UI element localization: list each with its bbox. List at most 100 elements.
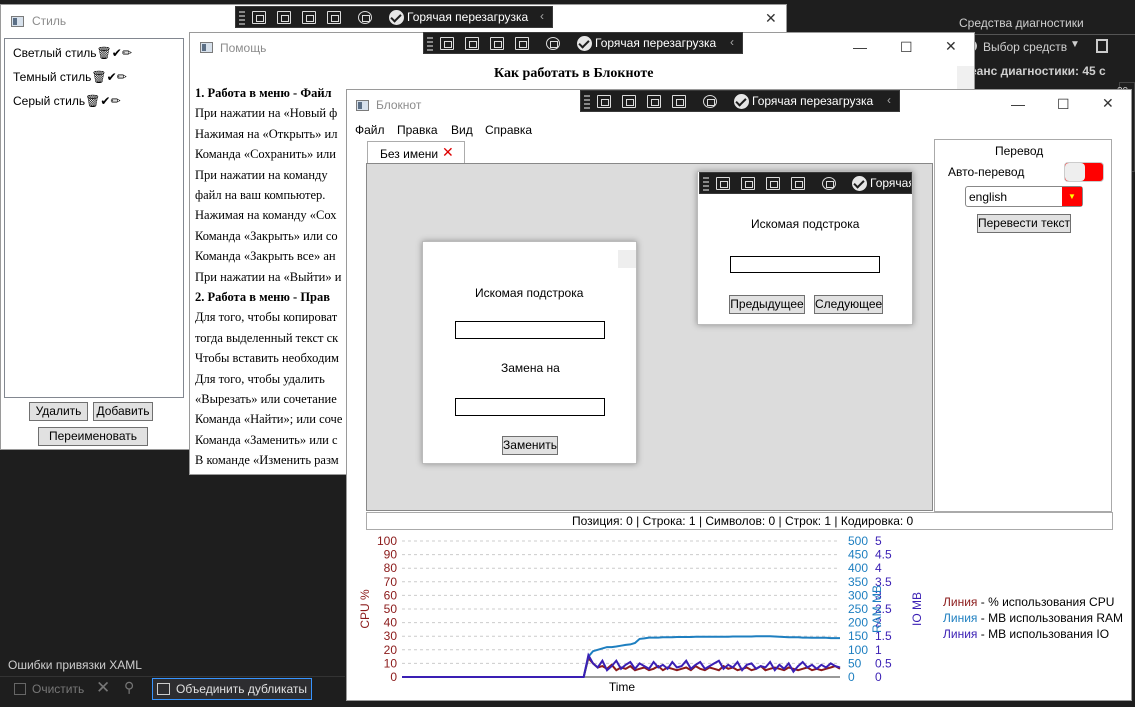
list-item[interactable]: Светлый стиль🗑✔✏: [13, 46, 132, 60]
rename-button[interactable]: Переименовать: [38, 427, 148, 446]
legend-text: - % использования CPU: [977, 595, 1114, 609]
replace-button[interactable]: Заменить: [502, 436, 558, 455]
help-line: Команда «Найти»; или соче: [195, 412, 343, 427]
tick-label: 1: [875, 643, 882, 657]
close-icon[interactable]: ✕: [96, 678, 110, 698]
help-line: В команде «Изменить разм: [195, 453, 339, 468]
delete-button[interactable]: Удалить: [29, 402, 88, 421]
pointer-icon[interactable]: [741, 177, 755, 190]
check-icon[interactable]: ✔: [107, 70, 117, 84]
chevron-down-icon[interactable]: ▼: [1062, 187, 1082, 206]
select-element-icon[interactable]: [252, 11, 266, 24]
drag-handle[interactable]: [427, 37, 433, 51]
binding-failures-icon[interactable]: [822, 177, 836, 190]
tab-untitled[interactable]: Без имени ✕: [367, 141, 465, 163]
trash-icon[interactable]: 🗑: [91, 70, 106, 84]
clear-button[interactable]: Очистить: [32, 682, 84, 696]
tick-label: 450: [848, 548, 868, 562]
previous-button[interactable]: Предыдущее: [729, 295, 805, 314]
pointer-icon[interactable]: [622, 95, 636, 108]
list-item[interactable]: Темный стиль🗑✔✏: [13, 70, 127, 84]
find-dialog: Искомая подстрока Предыдущее Следующее: [697, 171, 913, 325]
collapse-icon[interactable]: ‹: [540, 9, 544, 23]
help-line: файл на ваш компьютер.: [195, 188, 326, 202]
minimize-icon[interactable]: —: [1011, 94, 1025, 114]
minimize-icon[interactable]: —: [853, 37, 867, 57]
chevron-down-icon[interactable]: ▼: [1070, 39, 1080, 50]
diagnostics-title: Средства диагностики: [959, 16, 1084, 30]
menu-view[interactable]: Вид: [451, 123, 473, 137]
search-input[interactable]: [455, 321, 605, 339]
collapse-icon[interactable]: ‹: [730, 35, 734, 49]
pencil-icon[interactable]: ✏: [122, 46, 132, 60]
pointer-icon[interactable]: [465, 37, 479, 50]
filter-icon[interactable]: ⚲: [124, 679, 134, 696]
pencil-icon[interactable]: ✏: [110, 94, 120, 108]
binding-failures-icon[interactable]: [546, 37, 560, 50]
auto-translate-toggle[interactable]: [1064, 162, 1104, 182]
track-focus-icon[interactable]: [515, 37, 529, 50]
menu-edit[interactable]: Правка: [397, 123, 438, 137]
drag-handle[interactable]: [584, 95, 590, 109]
select-element-icon[interactable]: [440, 37, 454, 50]
binding-failures-icon[interactable]: [358, 11, 372, 24]
search-label: Искомая подстрока: [751, 217, 860, 231]
hot-reload-label[interactable]: Горячая перезагрузка: [870, 176, 911, 190]
tab-label: Без имени: [380, 147, 439, 161]
tick-label: 0: [848, 670, 855, 684]
collapse-icon[interactable]: ‹: [887, 93, 891, 107]
menu-file[interactable]: Файл: [355, 123, 385, 137]
layout-adorner-icon[interactable]: [766, 177, 780, 190]
help-line: Для того, чтобы удалить: [195, 371, 325, 386]
track-focus-icon[interactable]: [672, 95, 686, 108]
toggle-knob: [1065, 163, 1085, 181]
binding-failures-icon[interactable]: [703, 95, 717, 108]
merge-duplicates-button[interactable]: Объединить дубликаты: [152, 678, 312, 700]
close-icon[interactable]: ✕: [1102, 93, 1114, 113]
check-icon[interactable]: ✔: [112, 46, 122, 60]
close-button[interactable]: [618, 250, 636, 268]
close-icon[interactable]: ✕: [442, 144, 454, 161]
help-line: 2. Работа в меню - Прав: [195, 290, 331, 304]
maximize-icon[interactable]: ☐: [1057, 94, 1070, 114]
trash-icon[interactable]: 🗑: [97, 46, 112, 60]
select-element-icon[interactable]: [597, 95, 611, 108]
add-button[interactable]: Добавить: [93, 402, 153, 421]
trash-icon[interactable]: 🗑: [85, 94, 100, 108]
check-circle-icon: [389, 10, 404, 25]
help-line: Команда «Сохранить» или: [195, 147, 336, 162]
select-element-icon[interactable]: [716, 177, 730, 190]
hot-reload-label[interactable]: Горячая перезагрузка: [752, 94, 873, 108]
report-icon[interactable]: [1096, 39, 1108, 53]
tick-label: 400: [848, 561, 868, 575]
menu-help[interactable]: Справка: [485, 123, 532, 137]
xaml-title-line: [0, 676, 345, 677]
close-icon[interactable]: ✕: [765, 8, 777, 28]
track-focus-icon[interactable]: [791, 177, 805, 190]
pencil-icon[interactable]: ✏: [117, 70, 127, 84]
close-icon[interactable]: ✕: [945, 36, 957, 56]
maximize-icon[interactable]: ☐: [900, 37, 913, 57]
pointer-icon[interactable]: [277, 11, 291, 24]
check-icon[interactable]: ✔: [100, 94, 110, 108]
translate-button[interactable]: Перевести текст: [977, 214, 1071, 233]
hot-reload-label[interactable]: Горячая перезагрузка: [407, 10, 528, 24]
layout-adorner-icon[interactable]: [490, 37, 504, 50]
track-focus-icon[interactable]: [327, 11, 341, 24]
next-button[interactable]: Следующее: [814, 295, 883, 314]
layout-adorner-icon[interactable]: [302, 11, 316, 24]
tick-label: 0.5: [875, 656, 892, 670]
drag-handle[interactable]: [239, 11, 245, 25]
list-item[interactable]: Серый стиль🗑✔✏: [13, 94, 121, 108]
tick-label: 300: [848, 588, 868, 602]
replace-dialog: Искомая подстрока Замена на Заменить: [422, 241, 637, 464]
search-input[interactable]: [730, 256, 880, 273]
select-tools-button[interactable]: Выбор средств: [983, 40, 1067, 54]
hot-reload-label[interactable]: Горячая перезагрузка: [595, 36, 716, 50]
clear-icon[interactable]: [14, 683, 26, 695]
replace-input[interactable]: [455, 398, 605, 416]
language-select[interactable]: english ▼: [965, 186, 1083, 207]
help-line: Чтобы вставить необходим: [195, 351, 339, 366]
layout-adorner-icon[interactable]: [647, 95, 661, 108]
drag-handle[interactable]: [703, 177, 709, 191]
